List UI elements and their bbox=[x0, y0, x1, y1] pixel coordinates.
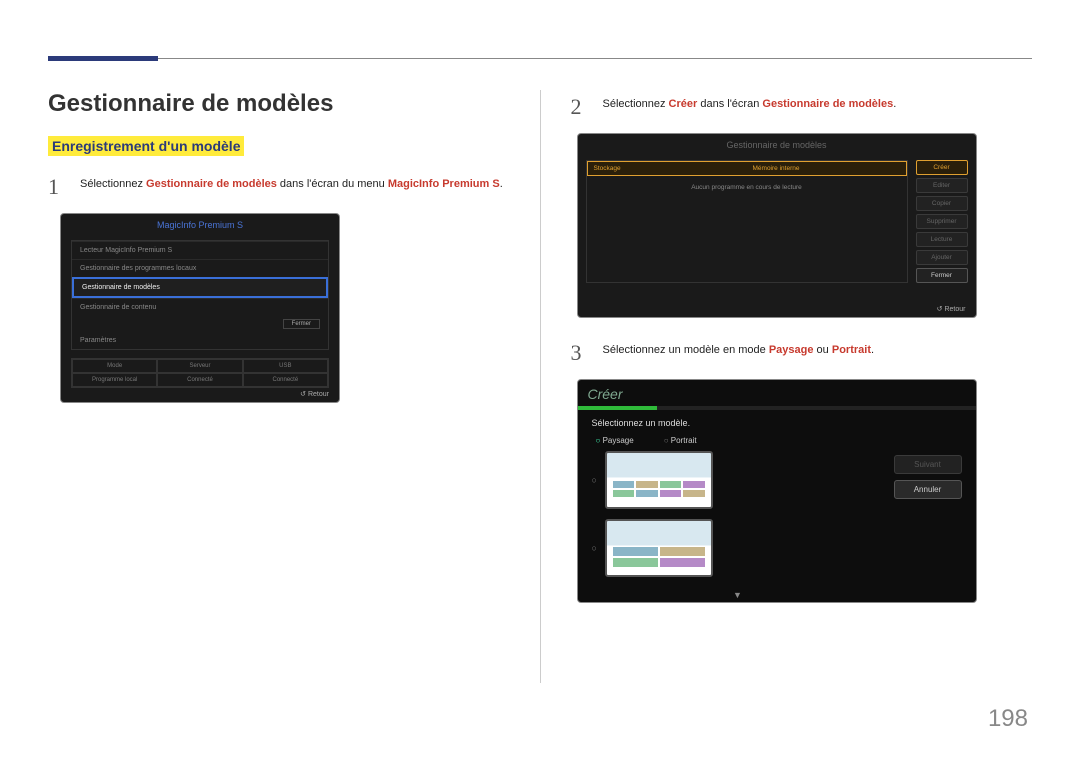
step-number: 1 bbox=[48, 170, 68, 203]
step-number: 3 bbox=[571, 336, 591, 369]
step-2: 2 Sélectionnez Créer dans l'écran Gestio… bbox=[571, 90, 1033, 123]
progress-segment bbox=[896, 406, 976, 410]
close-button[interactable]: Fermer bbox=[283, 319, 320, 329]
wizard-actions: Suivant Annuler bbox=[894, 451, 962, 603]
subheading: Enregistrement d'un modèle bbox=[48, 136, 244, 156]
highlight: Créer bbox=[669, 98, 698, 110]
step-number: 2 bbox=[571, 90, 591, 123]
t: . bbox=[500, 178, 503, 190]
template-area: ○ ○ ▼ Suivant Annuler bbox=[578, 451, 976, 603]
storage-panel: Stockage Mémoire interne Aucun programme… bbox=[586, 160, 908, 283]
screenshot-template-manager: Gestionnaire de modèles Stockage Mémoire… bbox=[577, 133, 977, 318]
add-button[interactable]: Ajouter bbox=[916, 250, 968, 265]
radio-landscape[interactable]: Paysage bbox=[596, 436, 634, 445]
progress-segment bbox=[578, 406, 658, 410]
highlight: Portrait bbox=[832, 344, 871, 356]
page-number: 198 bbox=[988, 705, 1028, 733]
cancel-button[interactable]: Annuler bbox=[894, 480, 962, 499]
t: . bbox=[893, 98, 896, 110]
menu-item[interactable]: Paramètres bbox=[72, 332, 328, 349]
edit-button[interactable]: Editer bbox=[916, 178, 968, 193]
step-text: Sélectionnez Gestionnaire de modèles dan… bbox=[80, 170, 503, 203]
close-row: Fermer bbox=[72, 316, 328, 332]
delete-button[interactable]: Supprimer bbox=[916, 214, 968, 229]
highlight: Paysage bbox=[769, 344, 814, 356]
main-area: Stockage Mémoire interne Aucun programme… bbox=[578, 156, 976, 287]
screenshot-menu: MagicInfo Premium S Lecteur MagicInfo Pr… bbox=[60, 213, 340, 403]
step-1: 1 Sélectionnez Gestionnaire de modèles d… bbox=[48, 170, 510, 203]
menu-item-selected[interactable]: Gestionnaire de modèles bbox=[72, 277, 328, 298]
header-cell: Mémoire interne bbox=[747, 162, 906, 175]
t: Sélectionnez un modèle en mode bbox=[603, 344, 769, 356]
return-label: Retour bbox=[300, 390, 329, 398]
page-title: Gestionnaire de modèles bbox=[48, 90, 510, 118]
t: Sélectionnez bbox=[603, 98, 669, 110]
step-text: Sélectionnez Créer dans l'écran Gestionn… bbox=[603, 90, 897, 123]
close-button[interactable]: Fermer bbox=[916, 268, 968, 283]
status-cell: Serveur bbox=[157, 359, 242, 373]
t: ou bbox=[814, 344, 832, 356]
t: Sélectionnez bbox=[80, 178, 146, 190]
template-option[interactable]: ○ bbox=[592, 451, 884, 509]
status-cell: Connecté bbox=[157, 373, 242, 387]
radio-icon: ○ bbox=[592, 543, 597, 553]
action-buttons: Créer Editer Copier Supprimer Lecture Aj… bbox=[916, 160, 968, 283]
menu-item[interactable]: Gestionnaire des programmes locaux bbox=[72, 259, 328, 277]
screen-title: MagicInfo Premium S bbox=[61, 214, 339, 236]
right-column: 2 Sélectionnez Créer dans l'écran Gestio… bbox=[571, 90, 1033, 683]
highlight: Gestionnaire de modèles bbox=[146, 178, 277, 190]
status-cell: Mode bbox=[72, 359, 157, 373]
accent-bar bbox=[48, 56, 158, 61]
play-button[interactable]: Lecture bbox=[916, 232, 968, 247]
step-3: 3 Sélectionnez un modèle en mode Paysage… bbox=[571, 336, 1033, 369]
t: dans l'écran du menu bbox=[277, 178, 388, 190]
create-button[interactable]: Créer bbox=[916, 160, 968, 175]
template-thumbnail bbox=[605, 451, 713, 509]
create-title: Créer bbox=[588, 386, 623, 402]
two-column-layout: Gestionnaire de modèles Enregistrement d… bbox=[48, 90, 1032, 683]
radio-portrait[interactable]: Portrait bbox=[664, 436, 697, 445]
next-button[interactable]: Suivant bbox=[894, 455, 962, 474]
menu-item[interactable]: Lecteur MagicInfo Premium S bbox=[72, 241, 328, 259]
header-cell: Stockage bbox=[588, 162, 747, 175]
status-cell: Programme local bbox=[72, 373, 157, 387]
template-list: ○ ○ ▼ bbox=[592, 451, 884, 603]
orientation-radios: Paysage Portrait bbox=[578, 432, 976, 451]
status-cell: Connecté bbox=[243, 373, 328, 387]
instruction-text: Sélectionnez un modèle. bbox=[578, 416, 976, 432]
return-label: Retour bbox=[937, 305, 966, 313]
progress-bar bbox=[578, 406, 976, 410]
progress-segment bbox=[816, 406, 896, 410]
progress-segment bbox=[737, 406, 817, 410]
left-column: Gestionnaire de modèles Enregistrement d… bbox=[48, 90, 510, 683]
template-option[interactable]: ○ bbox=[592, 519, 884, 577]
menu-item[interactable]: Gestionnaire de contenu bbox=[72, 298, 328, 316]
empty-message: Aucun programme en cours de lecture bbox=[587, 176, 907, 199]
create-header: Créer bbox=[578, 380, 976, 406]
status-cell: USB bbox=[243, 359, 328, 373]
table-header: Stockage Mémoire interne bbox=[587, 161, 907, 176]
radio-icon: ○ bbox=[592, 475, 597, 485]
highlight: MagicInfo Premium S bbox=[388, 178, 500, 190]
column-divider bbox=[540, 90, 541, 683]
t: . bbox=[871, 344, 874, 356]
t: dans l'écran bbox=[697, 98, 762, 110]
scroll-down-icon[interactable]: ▼ bbox=[592, 587, 884, 603]
step-text: Sélectionnez un modèle en mode Paysage o… bbox=[603, 336, 875, 369]
top-rule bbox=[48, 58, 1032, 59]
status-grid: Mode Serveur USB Programme local Connect… bbox=[71, 358, 329, 388]
template-thumbnail bbox=[605, 519, 713, 577]
copy-button[interactable]: Copier bbox=[916, 196, 968, 211]
highlight: Gestionnaire de modèles bbox=[762, 98, 893, 110]
screen-title: Gestionnaire de modèles bbox=[578, 134, 976, 156]
menu-list: Lecteur MagicInfo Premium S Gestionnaire… bbox=[71, 240, 329, 350]
progress-segment bbox=[657, 406, 737, 410]
screenshot-create-template: Créer Sélectionnez un modèle. Paysage Po… bbox=[577, 379, 977, 603]
